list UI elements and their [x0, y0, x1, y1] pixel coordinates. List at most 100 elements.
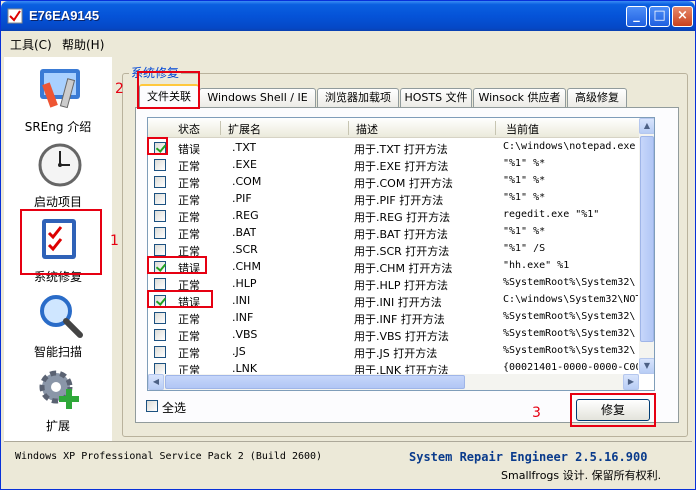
- description-cell: 用于.VBS 打开方法: [354, 330, 449, 343]
- row-checkbox[interactable]: [154, 210, 166, 222]
- tab-hosts-file[interactable]: HOSTS 文件: [400, 88, 472, 107]
- row-checkbox[interactable]: [154, 142, 166, 154]
- tab-browser-addons[interactable]: 浏览器加载项: [317, 88, 399, 107]
- header-description[interactable]: 描述: [356, 121, 378, 137]
- value-cell: "%1" %*: [503, 175, 546, 186]
- vertical-scrollbar[interactable]: ▲ ▼: [639, 118, 654, 374]
- table-row[interactable]: 正常 .EXE 用于.EXE 打开方法 "%1" %*: [148, 156, 640, 173]
- table-row[interactable]: 正常 .INF 用于.INF 打开方法 %SystemRoot%\System32\: [148, 309, 640, 326]
- close-button[interactable]: ×: [672, 6, 693, 27]
- window-title: E76EA9145: [29, 8, 100, 23]
- row-checkbox[interactable]: [154, 227, 166, 239]
- row-checkbox[interactable]: [154, 159, 166, 171]
- row-checkbox[interactable]: [154, 346, 166, 358]
- title-bar[interactable]: E76EA9145 _ □ ×: [1, 1, 695, 31]
- status-cell: 正常: [178, 279, 200, 292]
- description-cell: 用于.INI 打开方法: [354, 296, 442, 309]
- description-cell: 用于.INF 打开方法: [354, 313, 445, 326]
- os-info: Windows XP Professional Service Pack 2 (…: [15, 451, 323, 462]
- status-cell: 正常: [178, 330, 200, 343]
- extension-cell: .INI: [232, 294, 251, 307]
- tab-windows-shell-ie[interactable]: Windows Shell / IE: [199, 88, 316, 107]
- table-row[interactable]: 正常 .BAT 用于.BAT 打开方法 "%1" %*: [148, 224, 640, 241]
- table-row[interactable]: 正常 .JS 用于.JS 打开方法 %SystemRoot%\System32\: [148, 343, 640, 360]
- sidebar-item-label: SREng 介绍: [24, 120, 92, 134]
- row-checkbox[interactable]: [154, 193, 166, 205]
- tab-winsock[interactable]: Winsock 供应者: [473, 88, 566, 107]
- status-cell: 正常: [178, 245, 200, 258]
- app-window: E76EA9145 _ □ × 工具(C) 帮助(H) SREng 介绍 启动项…: [0, 0, 696, 490]
- description-cell: 用于.REG 打开方法: [354, 211, 451, 224]
- extension-cell: .COM: [232, 175, 262, 188]
- status-cell: 正常: [178, 347, 200, 360]
- checklist-icon: [42, 219, 76, 259]
- header-status[interactable]: 状态: [178, 121, 200, 137]
- header-current-value[interactable]: 当前值: [506, 121, 539, 137]
- table-row[interactable]: 错误 .CHM 用于.CHM 打开方法 "hh.exe" %1: [148, 258, 640, 275]
- horizontal-scrollbar[interactable]: ◀ ▶: [148, 374, 639, 390]
- row-checkbox[interactable]: [154, 295, 166, 307]
- value-cell: C:\windows\System32\NOT: [503, 294, 638, 305]
- list-header: 状态 扩展名 描述 当前值: [148, 118, 640, 138]
- scroll-right-icon[interactable]: ▶: [623, 374, 639, 390]
- row-checkbox[interactable]: [154, 312, 166, 324]
- description-cell: 用于.BAT 打开方法: [354, 228, 448, 241]
- sidebar-item-label: 启动项目: [33, 195, 82, 209]
- horizontal-scroll-thumb[interactable]: [165, 375, 465, 389]
- select-all-checkbox[interactable]: 全选: [146, 399, 186, 415]
- sidebar-item-startup[interactable]: 启动项目: [4, 139, 112, 211]
- select-all-label: 全选: [162, 401, 187, 415]
- row-checkbox[interactable]: [154, 329, 166, 341]
- tab-file-association[interactable]: 文件关联: [139, 84, 199, 108]
- table-row[interactable]: 正常 .REG 用于.REG 打开方法 regedit.exe "%1": [148, 207, 640, 224]
- description-cell: 用于.TXT 打开方法: [354, 143, 448, 156]
- sidebar-item-extensions[interactable]: 扩展: [4, 367, 112, 437]
- extension-cell: .INF: [232, 311, 254, 324]
- header-divider[interactable]: [220, 121, 221, 135]
- sidebar-item-system-repair[interactable]: 系统修复: [4, 213, 112, 284]
- description-cell: 用于.SCR 打开方法: [354, 245, 450, 258]
- scroll-down-icon[interactable]: ▼: [639, 358, 654, 374]
- sidebar-item-sreng-intro[interactable]: SREng 介绍: [4, 63, 112, 135]
- menu-tools[interactable]: 工具(C): [10, 36, 52, 53]
- file-association-list[interactable]: 状态 扩展名 描述 当前值 错误 .TXT 用于.TXT 打开方法 C:\window…: [147, 117, 655, 391]
- sidebar-item-smart-scan[interactable]: 智能扫描: [4, 291, 112, 361]
- row-checkbox[interactable]: [154, 261, 166, 273]
- header-extension[interactable]: 扩展名: [228, 121, 261, 137]
- row-checkbox[interactable]: [154, 176, 166, 188]
- status-cell: 正常: [178, 177, 200, 190]
- status-cell: 正常: [178, 228, 200, 241]
- value-cell: "%1" %*: [503, 226, 546, 237]
- table-row[interactable]: 错误 .TXT 用于.TXT 打开方法 C:\windows\notepad.exe: [148, 139, 640, 156]
- select-all-box[interactable]: [146, 400, 158, 412]
- header-divider[interactable]: [495, 121, 496, 135]
- table-row[interactable]: 正常 .SCR 用于.SCR 打开方法 "%1" /S: [148, 241, 640, 258]
- row-checkbox[interactable]: [154, 244, 166, 256]
- table-row[interactable]: 错误 .INI 用于.INI 打开方法 C:\windows\System32\NOT: [148, 292, 640, 309]
- tab-advanced-repair[interactable]: 高级修复: [567, 88, 627, 107]
- repair-button[interactable]: 修复: [576, 399, 650, 421]
- table-row[interactable]: 正常 .COM 用于.COM 打开方法 "%1" %*: [148, 173, 640, 190]
- table-row[interactable]: 正常 .PIF 用于.PIF 打开方法 "%1" %*: [148, 190, 640, 207]
- maximize-button[interactable]: □: [649, 6, 670, 27]
- extension-cell: .TXT: [232, 141, 257, 154]
- value-cell: "%1" /S: [503, 243, 546, 254]
- sidebar-item-label: 系统修复: [33, 270, 82, 284]
- vertical-scroll-thumb[interactable]: [640, 136, 654, 342]
- credit-text: Smallfrogs 设计. 保留所有权利.: [501, 469, 662, 482]
- table-row[interactable]: 正常 .VBS 用于.VBS 打开方法 %SystemRoot%\System32\: [148, 326, 640, 343]
- table-row[interactable]: 正常 .HLP 用于.HLP 打开方法 %SystemRoot%\System32\: [148, 275, 640, 292]
- value-cell: %SystemRoot%\System32\: [503, 345, 636, 356]
- status-cell: 正常: [178, 313, 200, 326]
- extension-cell: .HLP: [232, 277, 257, 290]
- header-divider[interactable]: [348, 121, 349, 135]
- status-cell: 正常: [178, 194, 200, 207]
- scroll-left-icon[interactable]: ◀: [148, 374, 164, 390]
- scroll-up-icon[interactable]: ▲: [639, 118, 654, 134]
- minimize-button[interactable]: _: [626, 6, 647, 27]
- row-checkbox[interactable]: [154, 278, 166, 290]
- menu-help[interactable]: 帮助(H): [62, 36, 104, 53]
- sidebar: SREng 介绍 启动项目 系统修复 智能扫描 扩展: [4, 57, 112, 441]
- description-cell: 用于.PIF 打开方法: [354, 194, 444, 207]
- extension-cell: .VBS: [232, 328, 258, 341]
